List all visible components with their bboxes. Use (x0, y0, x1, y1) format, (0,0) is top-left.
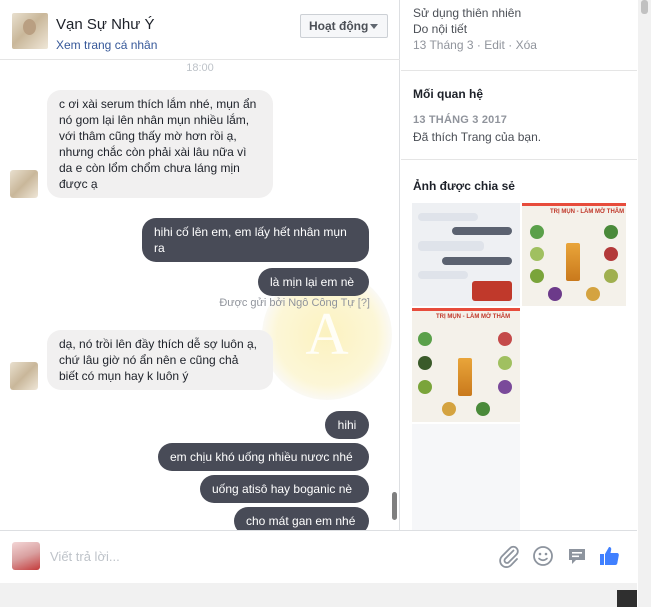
shared-photo[interactable]: TRỊ MỤN - LÀM MỜ THÂM (522, 203, 626, 306)
outgoing-message[interactable]: là mịn lại em nè (258, 268, 369, 296)
scrollbar-thumb[interactable] (641, 0, 648, 14)
composer (0, 530, 637, 583)
divider (401, 159, 637, 160)
delete-link[interactable]: Xóa (516, 38, 537, 52)
contact-avatar[interactable] (12, 13, 48, 49)
corner-block (617, 590, 637, 607)
shared-photo[interactable] (522, 308, 632, 432)
divider (401, 70, 637, 71)
outgoing-message[interactable]: hihi cố lên em, em lấy hết nhân mụn ra (142, 218, 369, 262)
outgoing-message[interactable]: em chịu khó uống nhiều nươc nhé (158, 443, 369, 471)
relationship-date: 13 THÁNG 3 2017 (413, 114, 508, 126)
sticker-icon[interactable] (565, 544, 589, 568)
message-list[interactable]: 18:00 A c ơi xài serum thích lắm nhé, mụ… (0, 60, 400, 530)
my-avatar (12, 542, 40, 570)
note-date: 13 Tháng 3 (413, 38, 474, 52)
sent-by-label: Được gửi bởi Ngô Công Tự [?] (219, 297, 370, 309)
emoji-icon[interactable] (531, 544, 555, 568)
chat-scrollbar[interactable] (392, 492, 397, 520)
note-meta: 13 Tháng 3 · Edit · Xóa (413, 38, 537, 52)
reply-input[interactable] (50, 545, 470, 567)
view-profile-link[interactable]: Xem trang cá nhân (56, 38, 157, 52)
chat-pane: Vạn Sự Như Ý Xem trang cá nhân Hoạt động… (0, 0, 400, 583)
incoming-message[interactable]: dạ, nó trồi lên đầy thích dễ sợ luôn ạ, … (47, 330, 273, 390)
thumbs-up-icon[interactable] (597, 544, 621, 568)
photo-caption: TRỊ MỤN - LÀM MỜ THÂM (550, 209, 625, 215)
message-timestamp: 18:00 (186, 62, 214, 74)
edit-link[interactable]: Edit (484, 38, 505, 52)
chat-header: Vạn Sự Như Ý Xem trang cá nhân Hoạt động (0, 0, 400, 60)
shared-photo[interactable]: TRỊ MỤN - LÀM MỜ THÂM (412, 308, 520, 422)
bottom-bar (0, 583, 637, 607)
shared-photos-title: Ảnh được chia sẻ (413, 179, 515, 193)
paperclip-icon[interactable] (497, 544, 521, 568)
relationship-text: Đã thích Trang của bạn. (413, 130, 542, 144)
note-line: Sử dụng thiên nhiên (413, 6, 522, 20)
sender-avatar (10, 170, 38, 198)
shared-photo[interactable] (412, 203, 520, 306)
note-line: Do nội tiết (413, 22, 468, 36)
contact-name[interactable]: Vạn Sự Như Ý (56, 16, 154, 33)
photo-caption: TRỊ MỤN - LÀM MỜ THÂM (436, 314, 511, 320)
status-dropdown[interactable]: Hoạt động (300, 14, 388, 38)
outgoing-message[interactable]: uống atisô hay boganic nè (200, 475, 369, 503)
shared-photo[interactable] (412, 424, 520, 530)
info-scrollbar[interactable] (638, 0, 651, 607)
status-label: Hoạt động (309, 19, 369, 33)
relationship-title: Mối quan hệ (413, 87, 483, 101)
outgoing-message[interactable]: hihi (325, 411, 369, 439)
sender-avatar (10, 362, 38, 390)
outgoing-message[interactable]: cho mát gan em nhé (234, 507, 369, 530)
caret-down-icon (370, 24, 378, 29)
incoming-message[interactable]: c ơi xài serum thích lắm nhé, mụn ẩn nó … (47, 90, 273, 198)
info-pane: Sử dụng thiên nhiên Do nội tiết 13 Tháng… (401, 0, 637, 530)
